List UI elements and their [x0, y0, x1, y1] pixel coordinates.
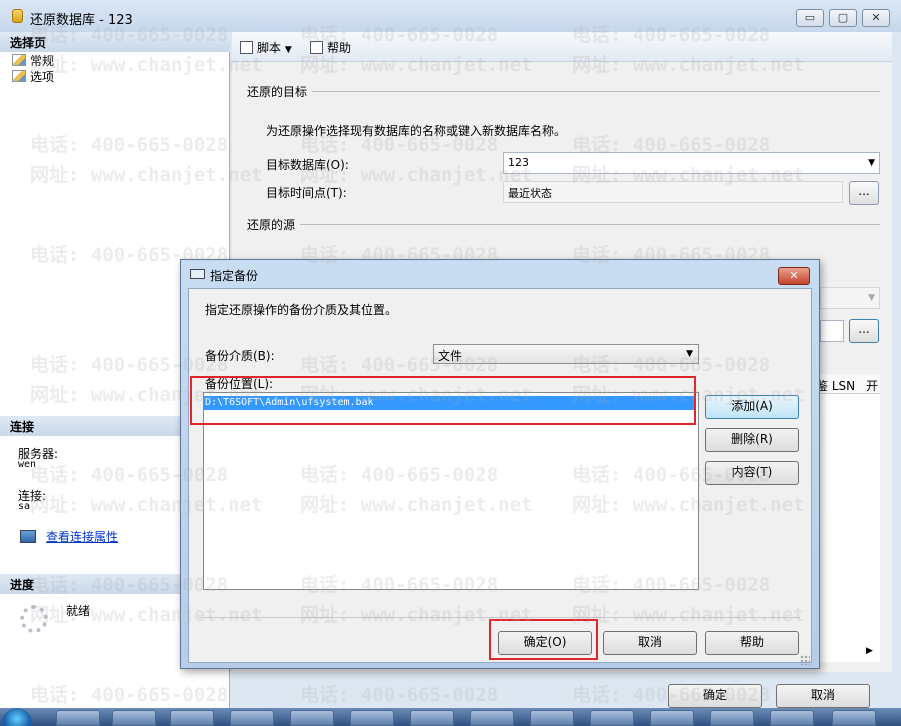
target-time-label: 目标时间点(T): — [266, 186, 347, 200]
chevron-down-icon: ▼ — [868, 158, 875, 168]
contents-button[interactable]: 内容(T) — [705, 461, 799, 485]
main-cancel-button[interactable]: 取消 — [776, 684, 870, 708]
page-icon — [12, 70, 26, 82]
toolbar: 脚本 ▼ 帮助 — [232, 32, 892, 62]
remove-button[interactable]: 删除(R) — [705, 428, 799, 452]
database-icon — [12, 9, 23, 23]
connection-properties-icon — [20, 530, 36, 543]
word-icon[interactable] — [470, 710, 514, 726]
backup-media-select[interactable]: 文件 ▼ — [433, 344, 699, 364]
restore-target-desc: 为还原操作选择现有数据库的名称或键入新数据库名称。 — [266, 124, 567, 138]
source-field-partial — [820, 320, 844, 342]
restore-source-header: 还原的源 — [247, 218, 296, 232]
page-icon — [12, 54, 26, 66]
separator — [300, 224, 880, 225]
separator — [312, 91, 880, 92]
help-toolbar-button[interactable]: 帮助 — [310, 39, 351, 56]
draw-app-icon[interactable] — [590, 710, 634, 726]
script-label: 脚本 — [257, 41, 282, 55]
dialog-close-button[interactable]: ✕ — [778, 267, 810, 285]
red-app-icon[interactable] — [650, 710, 694, 726]
resize-grip-icon[interactable] — [800, 655, 810, 665]
backup-media-value: 文件 — [438, 349, 463, 363]
highlight-ok-box — [489, 619, 598, 660]
target-db-combo[interactable]: 123 ▼ — [503, 152, 880, 174]
script-icon — [240, 41, 253, 54]
target-time-value: 最近状态 — [508, 187, 552, 200]
dialog-description: 指定还原操作的备份介质及其位置。 — [205, 303, 398, 317]
page-item-label: 选项 — [30, 70, 55, 84]
highlight-location-box — [190, 376, 696, 425]
t-plus-icon[interactable] — [350, 710, 394, 726]
page-item-general[interactable]: 常规 — [12, 52, 54, 69]
chevron-down-icon: ▼ — [686, 349, 693, 359]
media-icon[interactable] — [230, 710, 274, 726]
powerpoint-icon[interactable] — [290, 710, 334, 726]
connection-value: sa — [18, 501, 31, 512]
source-browse-button[interactable]: ... — [849, 319, 879, 343]
separator — [198, 617, 800, 618]
color-app-icon[interactable] — [112, 710, 156, 726]
help-icon — [310, 41, 323, 54]
grid-col-open: 开 — [866, 379, 879, 393]
pen-app-icon[interactable] — [832, 710, 876, 726]
script-button[interactable]: 脚本 ▼ — [240, 39, 292, 56]
window-title: 还原数据库 - 123 — [30, 13, 133, 28]
grid-col-lsn: 鉴 LSN — [816, 379, 856, 393]
dialog-title: 指定备份 — [210, 269, 259, 283]
explorer-icon[interactable] — [170, 710, 214, 726]
target-db-label: 目标数据库(O): — [266, 158, 349, 172]
document-app-icon[interactable] — [530, 710, 574, 726]
page-item-label: 常规 — [30, 54, 55, 68]
progress-status: 就绪 — [66, 604, 91, 618]
main-ok-button[interactable]: 确定 — [668, 684, 762, 708]
maximize-button[interactable]: ▢ — [829, 9, 857, 27]
page-item-options[interactable]: 选项 — [12, 68, 54, 85]
window-app-icon[interactable] — [770, 710, 814, 726]
select-page-header: 选择页 — [0, 32, 230, 52]
target-time-browse-button[interactable]: ... — [849, 181, 879, 205]
chevron-right-icon[interactable]: ▶ — [866, 646, 873, 656]
t6-app-icon[interactable] — [56, 710, 100, 726]
red-app-2-icon[interactable] — [710, 710, 754, 726]
chevron-down-icon: ▼ — [284, 45, 292, 55]
target-time-field: 最近状态 — [503, 181, 843, 203]
dialog-cancel-button[interactable]: 取消 — [603, 631, 697, 655]
add-button[interactable]: 添加(A) — [705, 395, 799, 419]
chevron-down-icon: ▼ — [868, 293, 875, 303]
window-titlebar: 还原数据库 - 123 ▭ ▢ ✕ — [0, 0, 901, 32]
source-combo-partial: ▼ — [820, 287, 880, 309]
dialog-window-icon — [190, 269, 205, 279]
server-value: wen — [18, 459, 37, 470]
excel-icon[interactable] — [410, 710, 454, 726]
backup-media-label: 备份介质(B): — [205, 349, 275, 363]
view-connection-properties-link[interactable]: 查看连接属性 — [46, 528, 118, 545]
minimize-button[interactable]: ▭ — [796, 9, 824, 27]
restore-target-header: 还原的目标 — [247, 85, 308, 99]
dialog-help-button[interactable]: 帮助 — [705, 631, 799, 655]
help-toolbar-label: 帮助 — [327, 41, 352, 55]
progress-spinner-icon — [20, 605, 48, 633]
watermark-phone: 电话: 400-665-0028 — [300, 684, 499, 706]
target-db-value: 123 — [508, 156, 529, 169]
close-button[interactable]: ✕ — [862, 9, 890, 27]
